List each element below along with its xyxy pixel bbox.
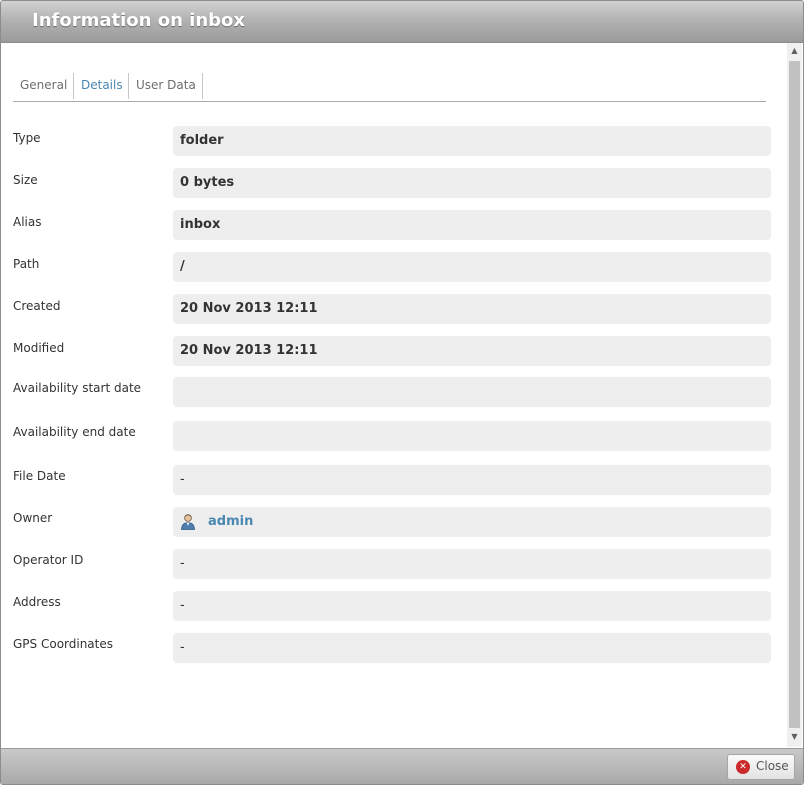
field-value-box: - [173, 633, 771, 663]
field-label: Modified [13, 341, 65, 355]
tab-details[interactable]: Details [81, 73, 123, 99]
field-label: Path [13, 257, 40, 271]
field-value-box: folder [173, 126, 771, 156]
tab-divider [73, 73, 74, 99]
field-value: - [180, 472, 185, 487]
close-button[interactable]: ✕ Close [727, 754, 795, 780]
field-value: inbox [180, 217, 221, 232]
field-label: Availability start date [13, 381, 142, 395]
field-value-box: inbox [173, 210, 771, 240]
tab-bar: General Details User Data [13, 73, 766, 102]
tab-divider [202, 73, 203, 99]
scroll-down-arrow-icon[interactable]: ▼ [787, 729, 802, 745]
user-icon [181, 514, 195, 530]
info-dialog: Information on inbox General Details Use… [0, 0, 804, 785]
field-value: 20 Nov 2013 12:11 [180, 343, 318, 358]
scroll-thumb[interactable] [789, 61, 800, 728]
field-value-box: / [173, 252, 771, 282]
field-label: Created [13, 299, 61, 313]
field-value: folder [180, 133, 224, 148]
field-value-box: 20 Nov 2013 12:11 [173, 294, 771, 324]
field-label: Address [13, 595, 61, 609]
field-value-box: admin [173, 507, 771, 537]
field-value: - [180, 556, 185, 571]
scroll-up-arrow-icon[interactable]: ▲ [787, 43, 802, 59]
field-label: GPS Coordinates [13, 637, 114, 651]
field-label: Type [13, 131, 41, 145]
owner-link[interactable]: admin [208, 514, 253, 529]
dialog-titlebar[interactable]: Information on inbox [1, 1, 803, 43]
field-label: Availability end date [13, 425, 136, 439]
field-value-box: - [173, 549, 771, 579]
field-value-box: - [173, 591, 771, 621]
field-label: File Date [13, 469, 66, 483]
tab-user-data[interactable]: User Data [136, 73, 196, 99]
field-value: 20 Nov 2013 12:11 [180, 301, 318, 316]
tab-divider [128, 73, 129, 99]
field-label: Operator ID [13, 553, 84, 567]
field-value-box [173, 377, 771, 407]
field-value: / [180, 259, 185, 274]
field-label: Owner [13, 511, 53, 525]
field-label: Alias [13, 215, 42, 229]
field-value-box [173, 421, 771, 451]
field-value: 0 bytes [180, 175, 235, 190]
close-icon: ✕ [736, 760, 750, 774]
field-value-box: 0 bytes [173, 168, 771, 198]
dialog-footer: ✕ Close [1, 748, 803, 784]
field-value: - [180, 598, 185, 613]
vertical-scrollbar[interactable]: ▲ ▼ [787, 43, 802, 747]
field-label: Size [13, 173, 38, 187]
close-button-label: Close [756, 759, 789, 773]
field-value: - [180, 640, 185, 655]
field-value-box: 20 Nov 2013 12:11 [173, 336, 771, 366]
tab-general[interactable]: General [20, 73, 67, 99]
dialog-title: Information on inbox [32, 10, 246, 31]
field-value-box: - [173, 465, 771, 495]
